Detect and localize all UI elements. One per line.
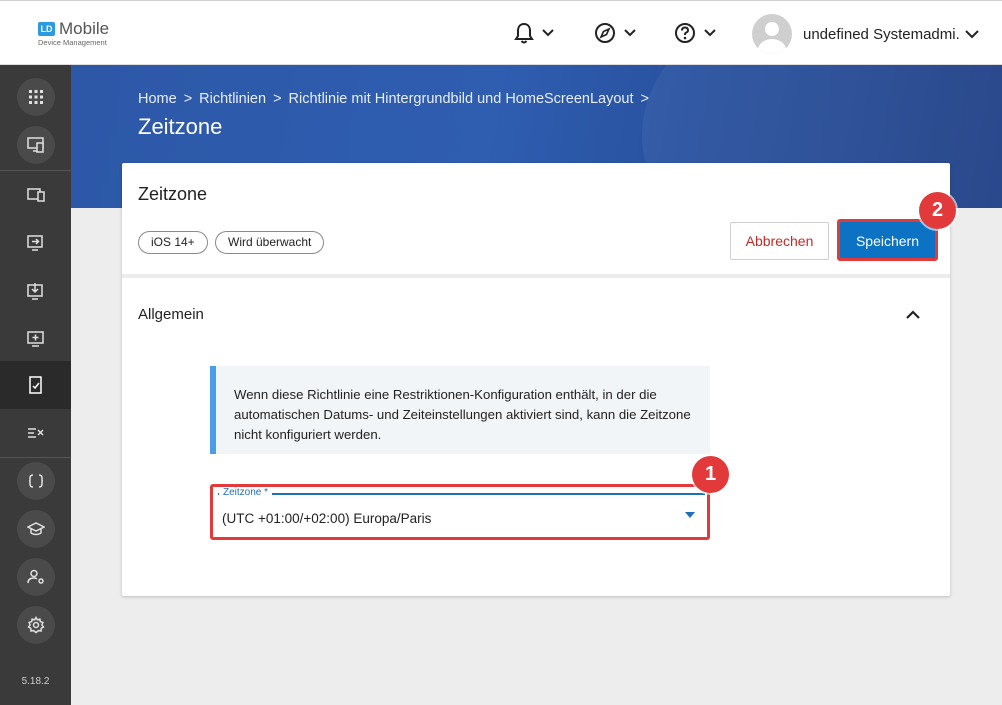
help-icon: [675, 23, 695, 43]
sidebar-item-education[interactable]: [0, 505, 71, 553]
user-settings-icon: [26, 569, 44, 584]
breadcrumb-policy[interactable]: Richtlinie mit Hintergrundbild und HomeS…: [289, 91, 634, 107]
logo-title: Mobile: [59, 19, 110, 38]
breadcrumb-separator: >: [640, 91, 649, 107]
sidebar-item-device-add[interactable]: [0, 315, 71, 363]
page-title: Zeitzone: [138, 114, 223, 139]
breadcrumb-home[interactable]: Home: [138, 91, 177, 107]
sidebar-item-policies[interactable]: [0, 361, 71, 409]
device-download-icon: [26, 283, 43, 300]
top-bar: LD Mobile Device Management undefined Sy…: [0, 0, 1002, 65]
step-marker-2: 2: [919, 192, 956, 229]
step-marker-1: 1: [692, 456, 729, 493]
avatar: [752, 14, 792, 54]
policy-check-icon: [28, 376, 42, 394]
checklist-icon: [27, 428, 44, 438]
breadcrumb-policies[interactable]: Richtlinien: [199, 91, 266, 107]
sidebar-item-apps[interactable]: [0, 73, 71, 121]
collapse-button[interactable]: [902, 305, 924, 325]
logo-subtitle: Device Management: [38, 38, 107, 47]
cancel-button[interactable]: Abbrechen: [730, 222, 829, 260]
sidebar-item-device-download[interactable]: [0, 267, 71, 315]
section-title: Allgemein: [138, 306, 204, 323]
chip-supervised: Wird überwacht: [215, 231, 325, 254]
breadcrumb-separator: >: [183, 91, 193, 107]
chevron-up-icon: [906, 310, 920, 319]
sidebar-item-device-monitor[interactable]: [0, 121, 71, 169]
user-menu[interactable]: undefined Systemadmi...: [752, 14, 979, 54]
breadcrumb-separator: >: [273, 91, 282, 107]
breadcrumb: Home > Richtlinien > Richtlinie mit Hint…: [138, 91, 656, 107]
timezone-label: Zeitzone *: [219, 487, 273, 498]
chevron-down-icon: [624, 29, 636, 37]
chevron-down-icon: [542, 29, 554, 37]
sidebar-item-scripts[interactable]: [0, 457, 71, 505]
info-box: Wenn diese Richtlinie eine Restriktionen…: [210, 366, 710, 454]
save-highlight-frame: [837, 219, 938, 261]
timezone-value: (UTC +01:00/+02:00) Europa/Paris: [222, 511, 432, 526]
user-name: undefined Systemadmi...: [803, 25, 959, 43]
chip-ios-version: iOS 14+: [138, 231, 208, 254]
device-monitor-icon: [26, 137, 44, 153]
timezone-select[interactable]: Zeitzone * (UTC +01:00/+02:00) Europa/Pa…: [210, 484, 710, 540]
notifications-menu[interactable]: [514, 21, 554, 45]
app-version: 5.18.2: [21, 676, 50, 687]
logo[interactable]: LD Mobile Device Management: [38, 19, 128, 51]
field-outline: [218, 493, 705, 495]
chevron-down-icon: [965, 29, 979, 38]
sidebar-item-checklist[interactable]: [0, 409, 71, 457]
logo-badge: LD: [38, 22, 55, 36]
compass-icon: [595, 23, 615, 43]
explore-menu[interactable]: [594, 21, 636, 45]
braces-icon: [28, 474, 43, 488]
help-menu[interactable]: [674, 21, 716, 45]
apps-grid-icon: [28, 90, 43, 104]
dropdown-caret-icon: [685, 512, 695, 518]
education-icon: [26, 522, 45, 536]
bell-icon: [514, 22, 534, 44]
sidebar-item-devices[interactable]: [0, 171, 71, 219]
devices-icon: [26, 188, 45, 202]
sidebar-item-settings[interactable]: [0, 601, 71, 649]
device-add-icon: [26, 331, 44, 347]
sidebar-item-device-forward[interactable]: [0, 219, 71, 267]
card-title: Zeitzone: [138, 184, 208, 204]
sidebar: 5.18.2: [0, 65, 71, 705]
sidebar-item-user-settings[interactable]: [0, 553, 71, 601]
device-forward-icon: [26, 235, 43, 251]
divider: [122, 274, 950, 278]
chevron-down-icon: [704, 29, 716, 37]
timezone-card: Zeitzone iOS 14+ Wird überwacht Abbreche…: [122, 163, 950, 596]
gear-icon: [26, 616, 45, 634]
info-text: Wenn diese Richtlinie eine Restriktionen…: [234, 387, 691, 442]
